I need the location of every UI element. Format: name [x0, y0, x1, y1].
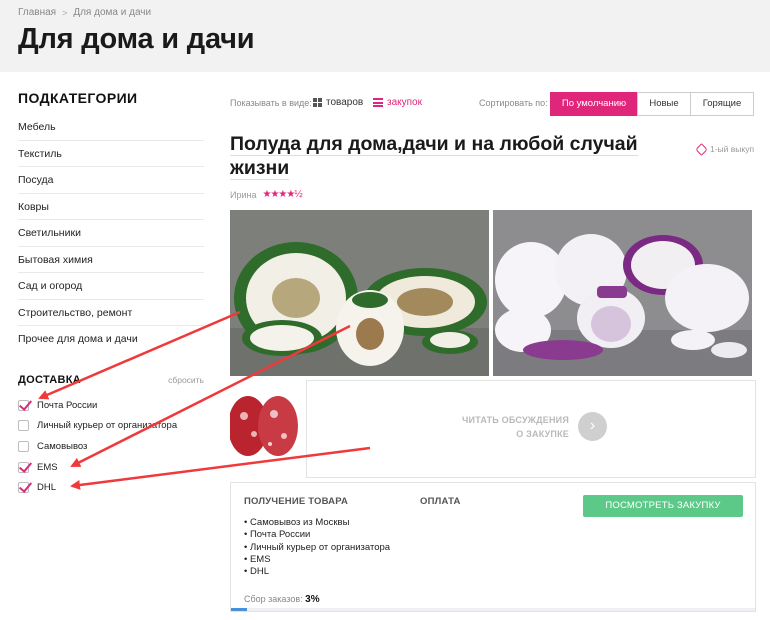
subcategories-list: Мебель Текстиль Посуда Ковры Светильники…	[18, 114, 204, 353]
red-plates-thumbnail	[230, 388, 302, 464]
delivery-option-label: DHL	[37, 482, 57, 494]
purchase-stage-label: 1-ый выкуп	[710, 144, 755, 154]
sidebar-item-furniture[interactable]: Мебель	[18, 114, 204, 141]
purchase-info-panel: ПОЛУЧЕНИЕ ТОВАРА ОПЛАТА ПОСМОТРЕТЬ ЗАКУП…	[230, 482, 756, 612]
page-header: Главная > Для дома и дачи Для дома и дач…	[0, 0, 770, 72]
checkbox-checked[interactable]	[18, 399, 29, 411]
collection-progress-fill	[231, 608, 247, 611]
list-item: DHL	[244, 566, 390, 578]
discussion-panel[interactable]: ЧИТАТЬ ОБСУЖДЕНИЯ О ЗАКУПКЕ ›	[306, 380, 756, 478]
discussion-line-1: ЧИТАТЬ ОБСУЖДЕНИЯ	[462, 415, 569, 425]
checkbox-checked[interactable]	[18, 482, 29, 494]
view-purchases-label: закупок	[387, 97, 422, 108]
delivery-option-courier[interactable]: Личный курьер от организатора	[18, 416, 204, 437]
sidebar-item-construction[interactable]: Строительство, ремонт	[18, 300, 204, 326]
list-item: Самовывоз из Москвы	[244, 517, 390, 529]
receive-options-list: Самовывоз из Москвы Почта России Личный …	[244, 517, 390, 578]
collect-value: 3%	[305, 594, 320, 605]
list-item: Почта России	[244, 529, 390, 541]
delivery-option-label: EMS	[37, 461, 58, 473]
checkbox-checked[interactable]	[18, 461, 29, 473]
delivery-option-pickup[interactable]: Самовывоз	[18, 436, 204, 457]
read-discussion-link[interactable]: ЧИТАТЬ ОБСУЖДЕНИЯ О ЗАКУПКЕ	[453, 413, 569, 441]
sidebar-item-other[interactable]: Прочее для дома и дачи	[18, 326, 204, 353]
delivery-title: ДОСТАВКА	[18, 374, 82, 386]
sort-new-button[interactable]: Новые	[637, 92, 691, 116]
sidebar-item-garden[interactable]: Сад и огород	[18, 273, 204, 300]
product-photo-green-dinnerware[interactable]	[230, 210, 489, 376]
delivery-option-dhl[interactable]: DHL	[18, 477, 204, 498]
breadcrumb-current: Для дома и дачи	[73, 7, 152, 18]
listing-toolbar: Показывать в виде: товаров закупок Сорти…	[230, 92, 756, 116]
collect-label: Сбор заказов:	[244, 594, 303, 604]
product-thumbnail[interactable]	[230, 388, 302, 464]
breadcrumb-separator-icon: >	[62, 7, 68, 18]
organizer-name[interactable]: Ирина	[230, 190, 256, 200]
subcategories-title: ПОДКАТЕГОРИИ	[18, 90, 138, 106]
organizer-info: Ирина ★★★★½	[230, 189, 303, 200]
sidebar-item-lamps[interactable]: Светильники	[18, 220, 204, 247]
subcategories-panel: ПОДКАТЕГОРИИ Мебель Текстиль Посуда Ковр…	[18, 90, 204, 353]
grid-icon	[313, 98, 322, 107]
product-title[interactable]: Полуда для дома,дачи и на любой случай ж…	[230, 132, 670, 180]
delivery-filter: ДОСТАВКА сбросить Почта России Личный ку…	[18, 374, 204, 498]
sort-hot-button[interactable]: Горящие	[690, 92, 754, 116]
list-icon	[373, 98, 383, 107]
green-plates-illustration	[230, 210, 489, 376]
payment-title: ОПЛАТА	[420, 496, 461, 507]
purple-plates-illustration	[493, 210, 752, 376]
product-photo-purple-dinnerware[interactable]	[493, 210, 752, 376]
reset-filter-link[interactable]: сбросить	[168, 375, 204, 385]
sidebar-item-chemicals[interactable]: Бытовая химия	[18, 247, 204, 273]
sort-default-button[interactable]: По умолчанию	[550, 92, 638, 116]
receive-title: ПОЛУЧЕНИЕ ТОВАРА	[244, 496, 348, 507]
delivery-option-post[interactable]: Почта России	[18, 395, 204, 416]
breadcrumb-home[interactable]: Главная	[18, 7, 56, 18]
sidebar-item-dishes[interactable]: Посуда	[18, 167, 204, 194]
view-purchases-button[interactable]: закупок	[373, 97, 422, 108]
checkbox-unchecked[interactable]	[18, 420, 29, 432]
sort-label: Сортировать по:	[479, 98, 548, 108]
view-purchase-button[interactable]: ПОСМОТРЕТЬ ЗАКУПКУ	[583, 495, 743, 517]
order-collection-status: Сбор заказов: 3%	[244, 594, 320, 605]
delivery-option-ems[interactable]: EMS	[18, 457, 204, 478]
delivery-option-label: Личный курьер от организатора	[37, 420, 178, 432]
rating-stars-icon: ★★★★½	[262, 189, 302, 200]
page-title: Для дома и дачи	[18, 23, 255, 55]
breadcrumb: Главная > Для дома и дачи	[18, 7, 151, 18]
delivery-option-label: Самовывоз	[37, 440, 88, 452]
discussion-line-2: О ЗАКУПКЕ	[516, 429, 569, 439]
view-goods-label: товаров	[326, 97, 364, 108]
collection-progress-bar	[231, 608, 755, 611]
sort-options: По умолчанию Новые Горящие	[550, 92, 754, 116]
purchase-stage-badge: 1-ый выкуп	[695, 142, 755, 156]
delivery-option-label: Почта России	[37, 399, 98, 411]
list-item: EMS	[244, 554, 390, 566]
sidebar-item-carpets[interactable]: Ковры	[18, 194, 204, 220]
list-item: Личный курьер от организатора	[244, 542, 390, 554]
view-mode-label: Показывать в виде:	[230, 98, 312, 108]
sidebar-item-textile[interactable]: Текстиль	[18, 141, 204, 167]
checkbox-unchecked[interactable]	[18, 440, 29, 452]
tag-icon	[695, 142, 708, 156]
arrow-right-icon[interactable]: ›	[578, 412, 607, 441]
product-title-text[interactable]: Полуда для дома,дачи и на любой случай ж…	[230, 133, 638, 180]
view-goods-button[interactable]: товаров	[313, 97, 363, 108]
